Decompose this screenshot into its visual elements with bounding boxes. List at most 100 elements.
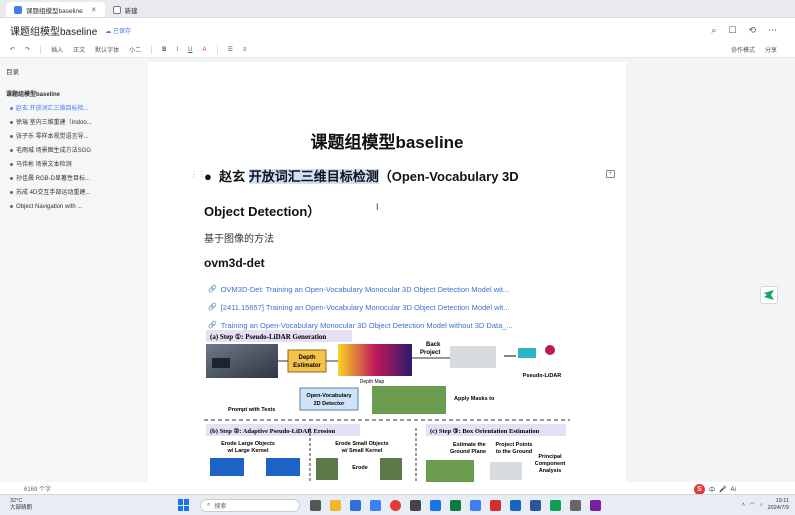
app-icon[interactable] <box>370 499 381 511</box>
app-icon[interactable] <box>430 499 441 511</box>
add-comment-icon[interactable]: + <box>606 170 615 178</box>
windows-start-icon[interactable] <box>178 499 190 511</box>
italic-button[interactable]: I <box>176 47 178 53</box>
app-icon[interactable] <box>410 499 421 511</box>
large-object-after <box>266 458 300 476</box>
step1-label: (a) Step ①: Pseudo-LiDAR Generation <box>210 333 326 341</box>
undo-icon[interactable]: ↶ <box>10 46 15 53</box>
outline-item[interactable]: Object Navigation with ... <box>6 200 142 214</box>
app-logo-icon <box>764 290 774 300</box>
more-icon[interactable]: ⋯ <box>768 25 777 36</box>
subheading: ovm3d-det <box>204 256 265 270</box>
selected-text[interactable]: 开放词汇三维目标检测 <box>248 169 379 184</box>
document-page[interactable]: 课题组模型baseline ⋮⋮ ● 赵玄 开放词汇三维目标检测（Open-Vo… <box>148 62 626 482</box>
link-item[interactable]: 🔗 OVM3D-Det: Training an Open-Vocabulary … <box>208 280 513 298</box>
text-cursor-icon: I <box>376 202 379 212</box>
bullet-heading: ● 赵玄 开放词汇三维目标检测（Open-Vocabulary 3D <box>204 166 519 185</box>
mic-icon[interactable]: 🎤 <box>719 486 726 493</box>
sidebar-app-icon[interactable] <box>760 286 778 304</box>
app-icon[interactable] <box>470 499 481 511</box>
outline-item[interactable]: 马伟彬 场景文本检测 <box>6 158 142 172</box>
tab-new[interactable]: 新建 <box>105 2 146 17</box>
depth-map-image <box>338 344 412 376</box>
small-object-after <box>380 458 402 480</box>
collab-mode-button[interactable]: 协作模式 <box>731 45 755 54</box>
volume-icon[interactable]: ♪ <box>760 502 763 508</box>
app-icon[interactable] <box>550 499 561 511</box>
outline-item[interactable]: 赵玄 开放词汇三维目标检... <box>6 102 142 116</box>
link-list: 🔗 OVM3D-Det: Training an Open-Vocabulary … <box>208 280 513 334</box>
bullet-icon <box>10 176 13 180</box>
taskbar-search[interactable]: ⌕ 搜索 <box>200 498 300 512</box>
app-icon[interactable] <box>530 499 541 511</box>
redo-icon[interactable]: ↷ <box>25 46 30 53</box>
wifi-icon[interactable]: ◠ <box>750 502 755 508</box>
pdf-icon[interactable] <box>490 499 501 511</box>
large-object-before <box>210 458 244 476</box>
ime-mode[interactable]: 中 <box>709 485 715 494</box>
clock[interactable]: 19:11 2024/7/9 <box>768 498 789 512</box>
outline-item[interactable]: 毛雨城 场景图生成方法SGG <box>6 144 142 158</box>
app-icon[interactable] <box>350 499 361 511</box>
titlebar-actions: ⌕ ☐ ⟲ ⋯ <box>711 25 795 36</box>
app-icon[interactable] <box>510 499 521 511</box>
share-button[interactable]: 分享 <box>765 45 777 54</box>
system-tray: ˄ ◠ ♪ 19:11 2024/7/9 <box>742 498 795 512</box>
outline-item[interactable]: 孙佳晨 RGB-D显著性目标... <box>6 172 142 186</box>
align-icon[interactable]: ≡ <box>243 47 247 53</box>
bold-button[interactable]: B <box>162 47 166 53</box>
tab-document[interactable]: 课题组模型baseline ✕ <box>6 2 105 17</box>
link-item[interactable]: 🔗 [2411.15657] Training an Open-Vocabular… <box>208 298 513 316</box>
mask-image <box>372 386 446 414</box>
outline-item[interactable]: 课题组模型baseline <box>6 88 142 102</box>
document-title[interactable]: 课题组模型baseline <box>10 23 97 38</box>
list-icon[interactable]: ☰ <box>228 46 233 53</box>
ground-plane-label: Estimate the <box>453 442 486 448</box>
outline-item[interactable]: 张子乐 零样本视觉语言导... <box>6 130 142 144</box>
chrome-icon[interactable] <box>390 499 401 511</box>
font-color-button[interactable]: A <box>202 47 206 53</box>
outline-title: 目录 <box>6 69 19 76</box>
new-tab-icon <box>112 5 121 14</box>
apply-masks-label: Apply Masks to <box>454 396 495 402</box>
taskbar: 32°C 大部晴朗 ⌕ 搜索 ˄ ◠ ♪ 19:11 2024/7/9 <box>0 494 795 515</box>
detector-label: 2D Detector <box>314 401 346 407</box>
project-ground-label: to the Ground <box>496 449 532 455</box>
search-icon[interactable]: ⌕ <box>711 25 716 36</box>
weather-widget[interactable]: 32°C 大部晴朗 <box>0 498 60 512</box>
bullet-icon <box>10 120 13 124</box>
step2-label: (b) Step ②: Adaptive Pseudo-LiDAR Erosio… <box>210 427 335 435</box>
bullet-icon <box>10 148 13 152</box>
bullet-icon <box>10 162 13 166</box>
task-view-icon[interactable] <box>310 499 321 511</box>
style-select[interactable]: 正文 <box>73 45 85 54</box>
paragraph: 基于图像的方法 <box>204 234 274 245</box>
ime-ai[interactable]: Ai <box>731 487 736 493</box>
size-select[interactable]: 小二 <box>129 45 141 54</box>
pseudo-lidar-object <box>545 345 555 355</box>
outline-item[interactable]: 苏成 4D交互手部运动重建... <box>6 186 142 200</box>
bullet-name: 赵玄 <box>219 169 246 184</box>
font-select[interactable]: 默认字体 <box>95 45 119 54</box>
saved-status: ☁ 已保存 <box>105 28 131 35</box>
close-icon[interactable]: ✕ <box>91 6 97 14</box>
outline-item[interactable]: 徐瑞 室内三维重建（Indoo... <box>6 116 142 130</box>
underline-button[interactable]: U <box>188 47 192 53</box>
tab-label: 新建 <box>124 7 138 15</box>
tab-label: 课题组模型baseline <box>26 7 83 15</box>
format-toolbar: ↶ ↷ 插入 正文 默认字体 小二 B I U A ☰ ≡ 协作模式 分享 <box>0 42 795 58</box>
file-explorer-icon[interactable] <box>330 499 341 511</box>
app-icon[interactable] <box>450 499 461 511</box>
word-count[interactable]: 6169 个字 <box>24 484 51 493</box>
pointcloud-image <box>450 346 496 368</box>
erode-label: Erode <box>352 465 368 471</box>
comment-icon[interactable]: ☐ <box>728 25 736 36</box>
history-icon[interactable]: ⟲ <box>748 25 756 36</box>
link-icon: 🔗 <box>208 322 217 329</box>
pca-label: Principal <box>538 454 562 460</box>
insert-button[interactable]: 插入 <box>51 45 63 54</box>
app-icon[interactable] <box>590 499 601 511</box>
prompt-label: Prompt with Texts <box>228 407 275 413</box>
chevron-up-icon[interactable]: ˄ <box>742 502 745 508</box>
app-icon[interactable] <box>570 499 581 511</box>
